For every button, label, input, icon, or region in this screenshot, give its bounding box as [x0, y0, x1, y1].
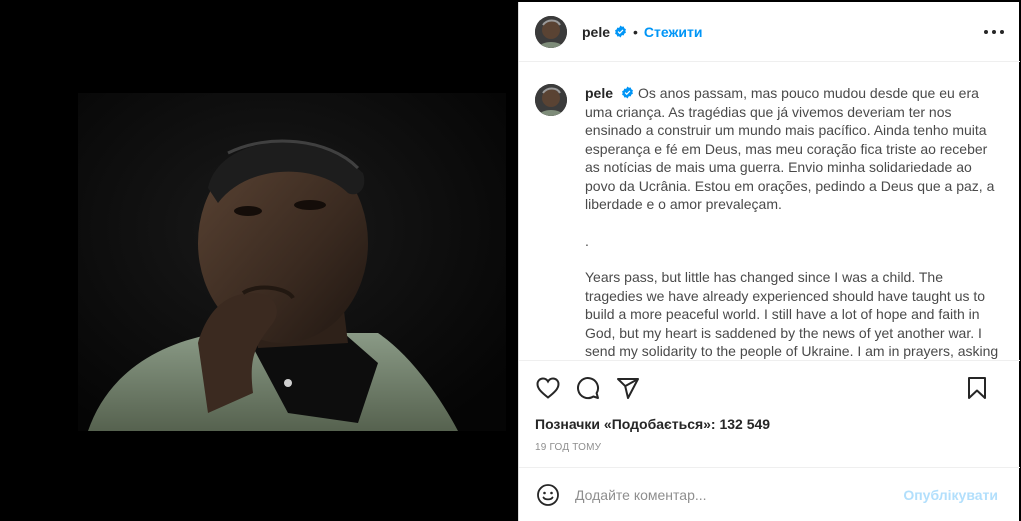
post-photo[interactable] [78, 93, 506, 431]
avatar[interactable] [535, 15, 567, 48]
comment-bar: Опублікувати [519, 467, 1020, 521]
emoji-icon[interactable] [535, 482, 561, 508]
portrait-image [78, 93, 506, 431]
caption-english: Years pass, but little has changed since… [585, 269, 999, 359]
more-options-icon[interactable] [982, 20, 1006, 44]
share-icon[interactable] [615, 375, 641, 401]
heart-icon[interactable] [535, 375, 561, 401]
follow-button[interactable]: Стежити [644, 24, 703, 40]
action-bar [535, 374, 1004, 402]
bookmark-icon[interactable] [964, 375, 990, 401]
post-media [0, 0, 518, 521]
post-header: pele • Стежити [519, 2, 1020, 62]
comment-icon[interactable] [575, 375, 601, 401]
comment-input[interactable] [575, 486, 904, 503]
post-comment-button[interactable]: Опублікувати [903, 487, 998, 503]
verified-badge-icon [621, 86, 634, 99]
caption-separator: . [585, 232, 589, 249]
caption-text: pele Os anos passam, mas pouco mudou desd… [585, 84, 1004, 360]
caption-area: pele Os anos passam, mas pouco mudou desd… [519, 62, 1020, 360]
post-panel: pele • Стежити pele Os anos passam, mas p… [518, 2, 1020, 521]
divider [519, 360, 1020, 361]
caption-portuguese: Os anos passam, mas pouco mudou desde qu… [585, 85, 995, 212]
username[interactable]: pele [582, 24, 610, 40]
post-timestamp[interactable]: 19 год тому [535, 442, 601, 453]
separator-dot: • [633, 23, 638, 40]
caption-username[interactable]: pele [585, 85, 613, 101]
verified-badge-icon [614, 25, 627, 38]
caption-avatar[interactable] [535, 84, 567, 116]
likes-count[interactable]: Позначки «Подобається»: 132 549 [535, 416, 770, 432]
